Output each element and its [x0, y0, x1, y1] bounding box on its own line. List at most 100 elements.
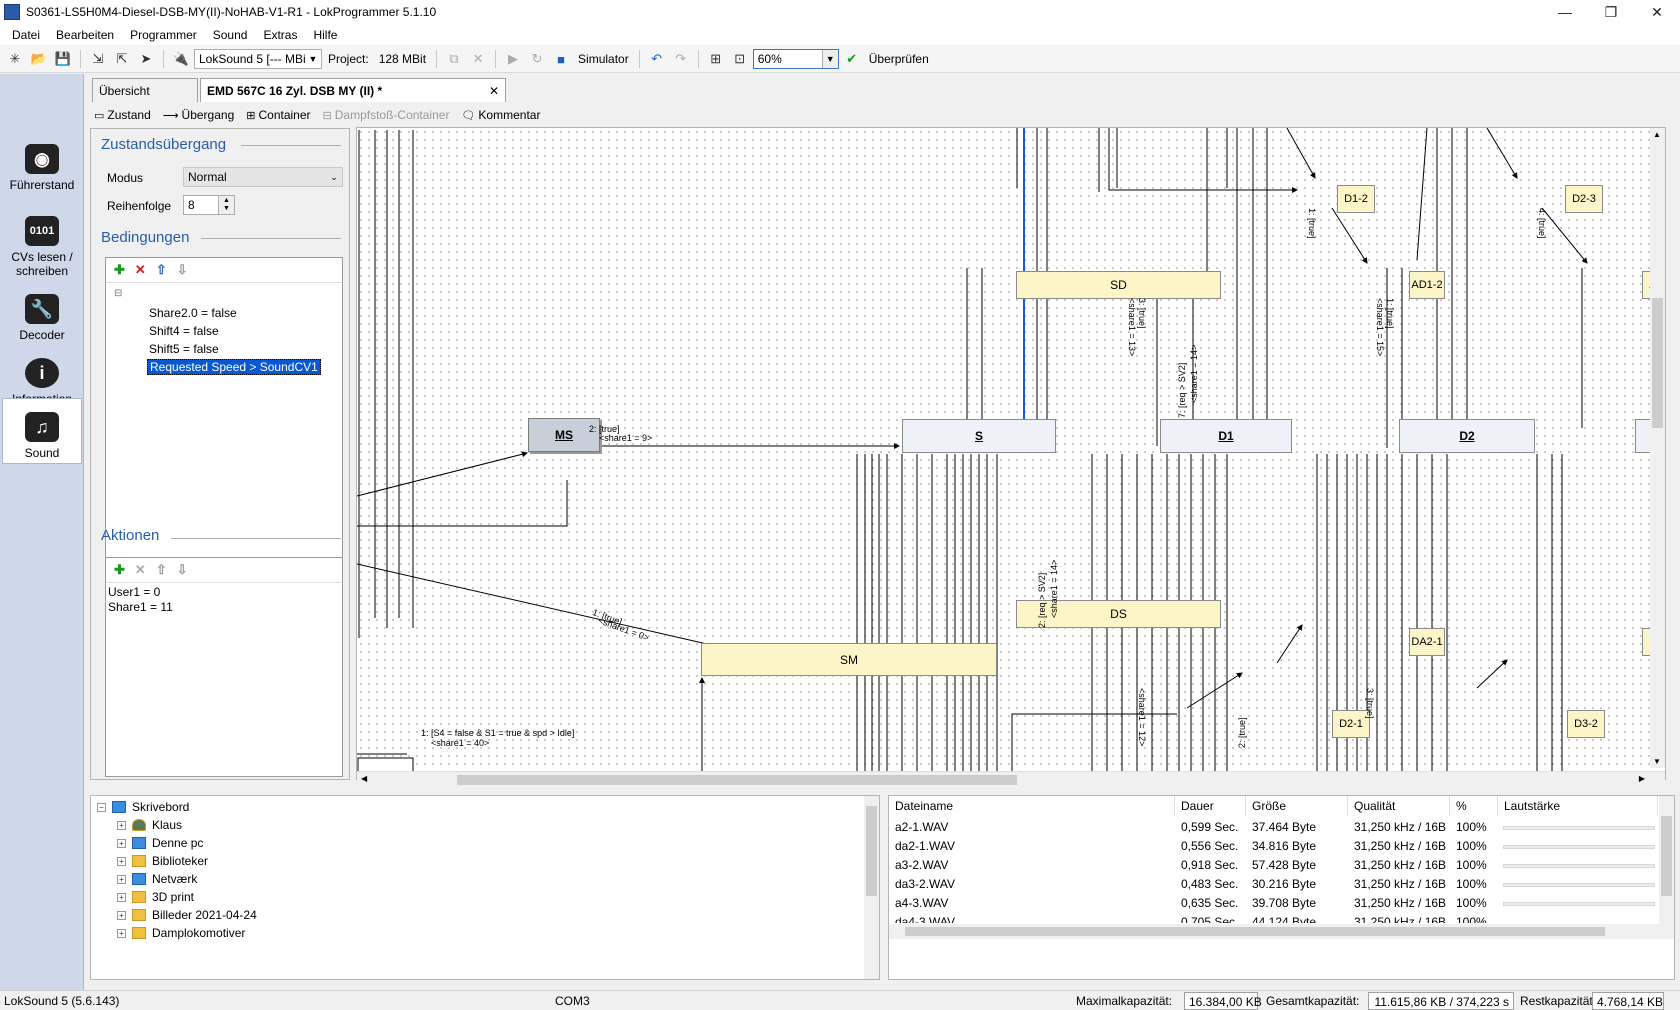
menu-programmer[interactable]: Programmer [122, 28, 205, 42]
reihenfolge-spinner[interactable]: 8 ▲ ▼ [183, 195, 235, 215]
write-decoder-icon[interactable]: ➤ [135, 48, 157, 70]
tree-item[interactable]: + Netværk [117, 870, 879, 888]
save-icon[interactable]: 💾 [52, 48, 74, 70]
scroll-thumb[interactable] [866, 806, 877, 896]
file-name[interactable]: da2-1.WAV [895, 839, 955, 853]
scroll-down-icon[interactable]: ▼ [1653, 757, 1661, 766]
tab-uebersicht[interactable]: Übersicht [92, 78, 198, 102]
list-horizontal-scrollbar[interactable] [889, 924, 1674, 939]
scroll-thumb[interactable] [905, 927, 1605, 936]
tree-item[interactable]: + Damplokomotiver [117, 924, 879, 942]
modus-select[interactable]: Normal ⌄ [183, 167, 343, 187]
collapse-icon[interactable]: − [97, 802, 106, 812]
state-s[interactable]: S [902, 419, 1056, 453]
simulator-button[interactable]: Simulator [574, 52, 633, 66]
copy-icon[interactable]: ⧉ [443, 48, 465, 70]
expand-icon[interactable]: + [117, 874, 126, 884]
expand-icon[interactable]: + [117, 892, 126, 902]
column-header[interactable]: % [1450, 796, 1498, 816]
check-button[interactable]: Überprüfen [865, 52, 933, 66]
action-item[interactable]: Share1 = 11 [108, 600, 173, 614]
condition-item[interactable]: Shift5 = false [149, 342, 219, 356]
tree-item[interactable]: + Klaus [117, 816, 879, 834]
undo-icon[interactable]: ↶ [646, 48, 668, 70]
container-button[interactable]: ⊞ Container [246, 108, 318, 122]
import-icon[interactable]: ⇲ [87, 48, 109, 70]
action-item[interactable]: User1 = 0 [108, 585, 160, 599]
condition-item-selected[interactable]: Requested Speed > SoundCV1 [147, 359, 321, 375]
move-up-icon[interactable]: ⇧ [156, 562, 167, 578]
scroll-thumb[interactable] [1661, 816, 1672, 896]
nav-sound[interactable]: ♫ Sound [2, 398, 82, 464]
volume-slider[interactable] [1503, 864, 1655, 868]
menu-bearbeiten[interactable]: Bearbeiten [48, 28, 122, 42]
container-d3-2[interactable]: D3-2 [1567, 710, 1605, 738]
move-down-icon[interactable]: ⇩ [177, 562, 188, 578]
add-icon[interactable]: ✚ [114, 262, 125, 278]
menu-sound[interactable]: Sound [205, 28, 256, 42]
replay-icon[interactable]: ↻ [526, 48, 548, 70]
menu-hilfe[interactable]: Hilfe [305, 28, 345, 42]
state-d1[interactable]: D1 [1160, 419, 1292, 453]
nav-cvs[interactable]: 0101 CVs lesen / schreiben [2, 198, 82, 278]
diagram-vertical-scrollbar[interactable]: ▲ ▼ [1650, 128, 1665, 768]
zoom-fit-icon[interactable]: ⊞ [705, 48, 727, 70]
maximize-button[interactable]: ❐ [1588, 0, 1634, 24]
remove-icon[interactable]: ✕ [135, 562, 146, 578]
container-sd[interactable]: SD [1016, 271, 1221, 299]
expand-icon[interactable]: + [117, 928, 126, 938]
collapse-icon[interactable]: ⊟ [114, 288, 122, 299]
column-header[interactable]: Größe [1246, 796, 1348, 816]
container-da2-1[interactable]: DA2-1 [1409, 628, 1445, 656]
nav-information[interactable]: i Information [2, 344, 82, 406]
state-d2[interactable]: D2 [1399, 419, 1535, 453]
delete-icon[interactable]: ✕ [467, 48, 489, 70]
tree-item[interactable]: + Billeder 2021-04-24 [117, 906, 879, 924]
column-header[interactable]: Dauer [1175, 796, 1246, 816]
scroll-thumb[interactable] [457, 775, 1017, 785]
tree-item[interactable]: + 3D print [117, 888, 879, 906]
file-name[interactable]: a2-1.WAV [895, 820, 948, 834]
expand-icon[interactable]: + [117, 856, 126, 866]
column-header[interactable]: Lautstärke [1498, 796, 1658, 816]
stop-icon[interactable]: ■ [550, 48, 572, 70]
tab-emd[interactable]: EMD 567C 16 Zyl. DSB MY (II) * ✕ [200, 78, 506, 102]
container-d2-3[interactable]: D2-3 [1565, 185, 1603, 213]
file-name[interactable]: a4-3.WAV [895, 896, 948, 910]
open-folder-icon[interactable]: 📂 [28, 48, 50, 70]
column-header[interactable]: Qualität [1348, 796, 1450, 816]
zustand-button[interactable]: ▭ Zustand [94, 108, 159, 122]
volume-slider[interactable] [1503, 883, 1655, 887]
zoom-combo[interactable]: 60% ▼ [752, 49, 839, 69]
nav-decoder[interactable]: 🔧 Decoder [2, 280, 82, 342]
scroll-left-icon[interactable]: ◀ [361, 774, 367, 783]
tree-item[interactable]: + Biblioteker [117, 852, 879, 870]
new-file-icon[interactable]: ✳ [4, 48, 26, 70]
export-icon[interactable]: ⇱ [111, 48, 133, 70]
volume-slider[interactable] [1503, 845, 1655, 849]
file-name[interactable]: a3-2.WAV [895, 858, 948, 872]
uebergang-button[interactable]: ⟶ Übergang [163, 108, 243, 122]
close-button[interactable]: ✕ [1634, 0, 1680, 24]
menu-extras[interactable]: Extras [255, 28, 305, 42]
menu-datei[interactable]: Datei [4, 28, 48, 42]
decoder-combo[interactable]: LokSound 5 [--- MBit] ▼ [194, 49, 322, 69]
state-diagram-canvas[interactable]: MS S D1 D2 SD DS SM D1-2 D2-3 AD1-2 DA2-… [356, 127, 1666, 780]
scroll-up-icon[interactable]: ▲ [1653, 130, 1661, 139]
container-d1-2[interactable]: D1-2 [1337, 185, 1375, 213]
scroll-thumb[interactable] [1652, 298, 1663, 428]
check-icon[interactable]: ✔ [841, 48, 863, 70]
redo-icon[interactable]: ↷ [670, 48, 692, 70]
zoom-window-icon[interactable]: ⊡ [729, 48, 751, 70]
expand-icon[interactable]: + [117, 910, 126, 920]
play-icon[interactable]: ▶ [502, 48, 524, 70]
kommentar-button[interactable]: 🗨 Kommentar [461, 108, 548, 122]
tree-item[interactable]: − Skrivebord [97, 798, 879, 816]
volume-slider[interactable] [1503, 826, 1655, 830]
scroll-right-icon[interactable]: ▶ [1639, 774, 1645, 783]
diagram-horizontal-scrollbar[interactable]: ◀ ▶ [357, 771, 1665, 787]
expand-icon[interactable]: + [117, 838, 126, 848]
condition-item[interactable]: Share2.0 = false [149, 306, 237, 320]
move-down-icon[interactable]: ⇩ [177, 262, 188, 278]
tree-scrollbar[interactable] [864, 796, 879, 979]
